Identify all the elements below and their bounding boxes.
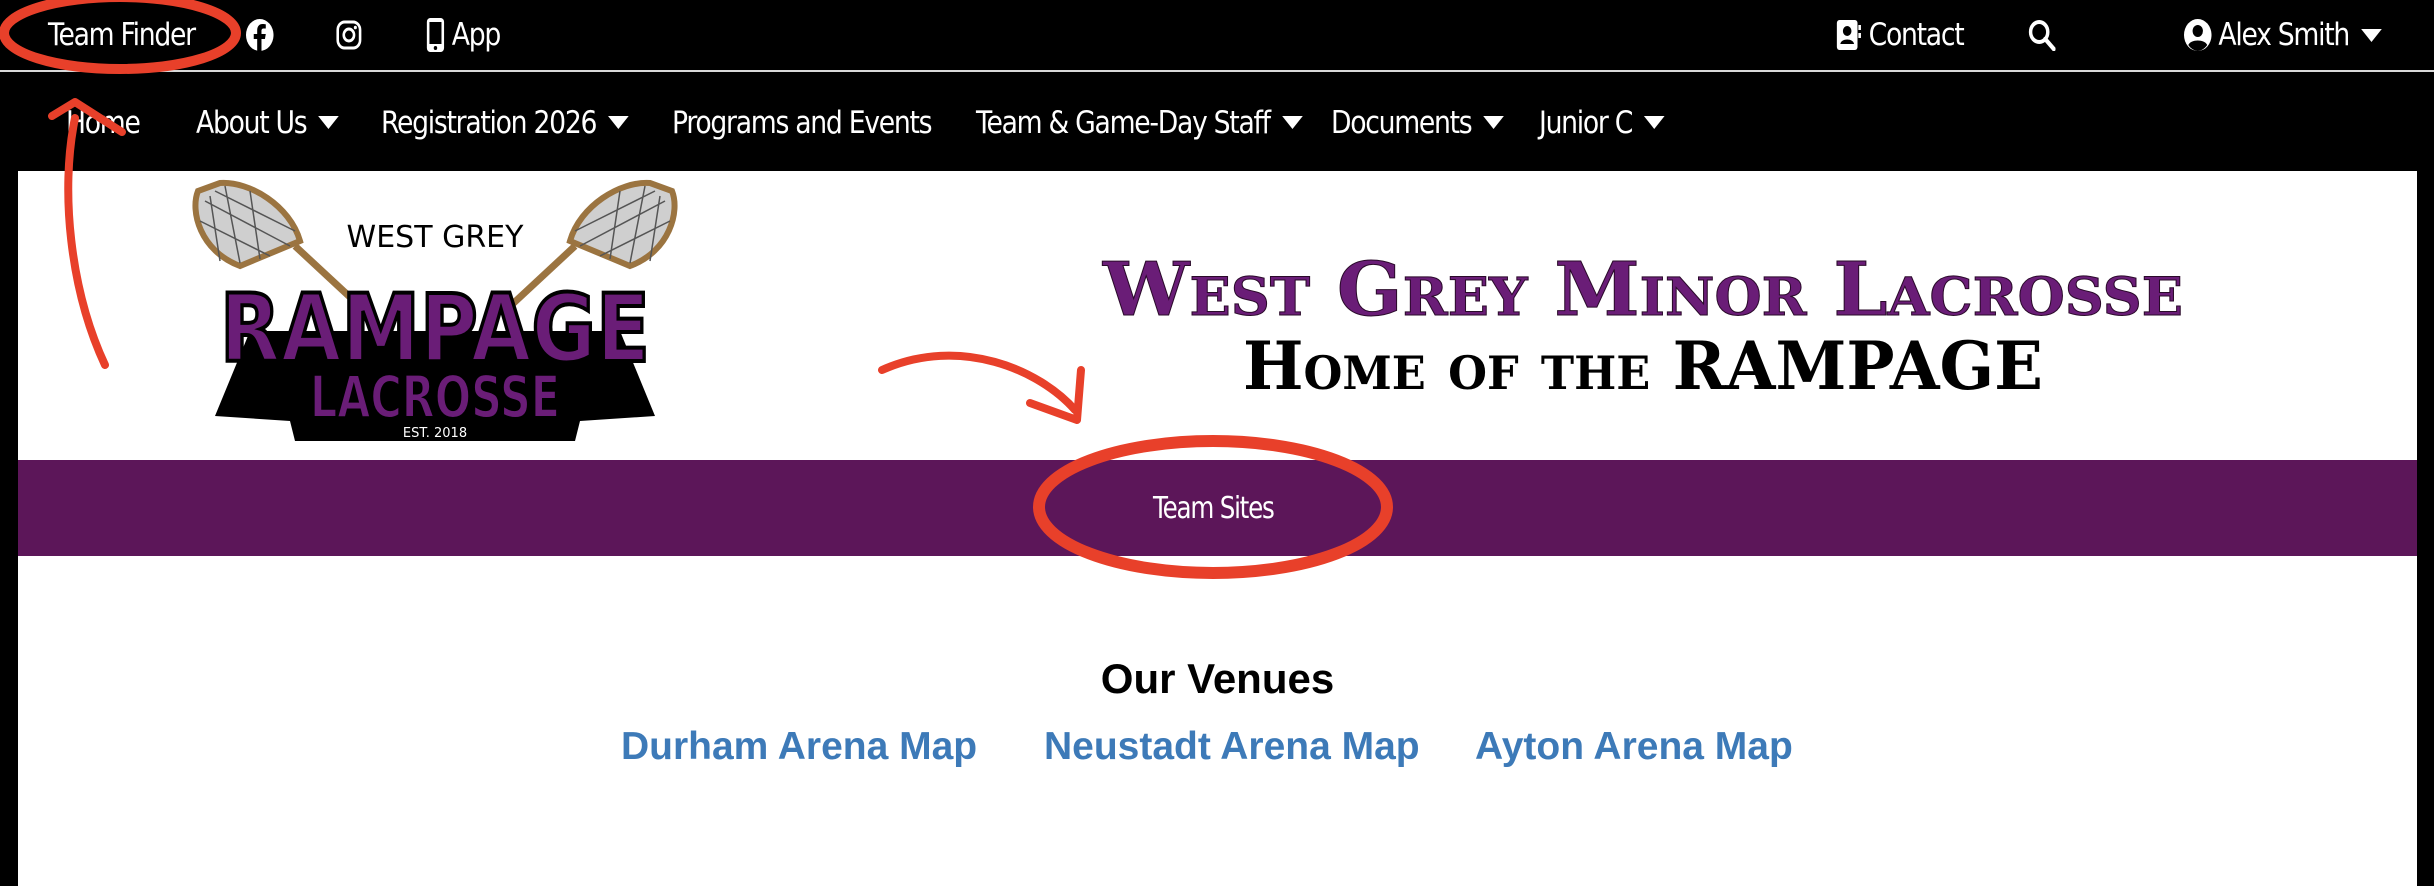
venues-heading: Our Venues bbox=[1100, 655, 1335, 702]
nav-item-label: About Us bbox=[196, 104, 308, 141]
top-utility-bar: Team Finder App Contact Alex Smith bbox=[0, 0, 2434, 72]
user-name: Alex Smith bbox=[2218, 17, 2350, 53]
app-link[interactable]: App bbox=[426, 0, 502, 70]
chevron-down-icon bbox=[608, 116, 629, 129]
team-finder-label: Team Finder bbox=[48, 17, 196, 53]
contact-label: Contact bbox=[1868, 17, 1965, 53]
page-content: WEST GREY RAMPAGE LACROSSE EST. 2018 Wes… bbox=[18, 171, 2417, 886]
logo-text-west-grey: WEST GREY bbox=[347, 220, 525, 255]
chevron-down-icon bbox=[1483, 116, 1505, 129]
nav-item-junior-c[interactable]: Junior C bbox=[1539, 74, 1665, 171]
nav-item-label: Team & Game-Day Staff bbox=[976, 104, 1271, 141]
logo-text-est: EST. 2018 bbox=[403, 426, 467, 441]
nav-item-label: Programs and Events bbox=[672, 104, 933, 141]
neustadt-arena-map-link[interactable]: Neustadt Arena Map bbox=[1044, 725, 1420, 769]
nav-item-documents[interactable]: Documents bbox=[1331, 74, 1505, 171]
user-menu[interactable]: Alex Smith bbox=[2184, 0, 2382, 70]
site-banner-title: West Grey Minor Lacrosse Home of the RAM… bbox=[1101, 247, 2183, 406]
rampage-logo[interactable]: WEST GREY RAMPAGE LACROSSE EST. 2018 bbox=[180, 171, 690, 451]
instagram-link[interactable] bbox=[336, 0, 362, 70]
nav-item-label: Documents bbox=[1331, 104, 1473, 141]
chevron-down-icon bbox=[1644, 116, 1665, 129]
nav-item-label: Registration 2026 bbox=[381, 104, 597, 141]
nav-item-label: Home bbox=[66, 104, 141, 141]
main-navigation: Home About Us Registration 2026 Programs… bbox=[0, 74, 2434, 171]
contact-card-icon bbox=[1836, 19, 1862, 51]
facebook-icon bbox=[246, 19, 274, 51]
chevron-down-icon bbox=[2361, 28, 2382, 42]
facebook-link[interactable] bbox=[246, 0, 274, 70]
banner-subtitle-text: Home of the RAMPAGE bbox=[1243, 327, 2043, 405]
nav-item-about-us[interactable]: About Us bbox=[196, 74, 340, 171]
contact-link[interactable]: Contact bbox=[1836, 0, 1965, 70]
nav-item-programs-events[interactable]: Programs and Events bbox=[672, 74, 933, 171]
nav-item-team-staff[interactable]: Team & Game-Day Staff bbox=[976, 74, 1303, 171]
nav-item-home[interactable]: Home bbox=[66, 74, 141, 171]
nav-item-label: Junior C bbox=[1539, 104, 1633, 141]
durham-arena-map-link[interactable]: Durham Arena Map bbox=[621, 725, 977, 769]
chevron-down-icon bbox=[318, 116, 340, 129]
user-circle-icon bbox=[2184, 19, 2212, 51]
team-finder-link[interactable]: Team Finder bbox=[48, 0, 196, 70]
nav-item-registration[interactable]: Registration 2026 bbox=[381, 74, 629, 171]
app-label: App bbox=[451, 17, 502, 53]
instagram-icon bbox=[336, 20, 362, 50]
search-button[interactable] bbox=[2028, 0, 2056, 70]
search-icon bbox=[2028, 19, 2056, 51]
team-sites-link[interactable]: Team Sites bbox=[1153, 460, 1275, 556]
phone-icon bbox=[426, 17, 445, 53]
banner-title-text: West Grey Minor Lacrosse bbox=[1102, 247, 2183, 333]
chevron-down-icon bbox=[1281, 116, 1303, 129]
ayton-arena-map-link[interactable]: Ayton Arena Map bbox=[1475, 725, 1793, 769]
logo-text-lacrosse: LACROSSE bbox=[310, 363, 560, 431]
